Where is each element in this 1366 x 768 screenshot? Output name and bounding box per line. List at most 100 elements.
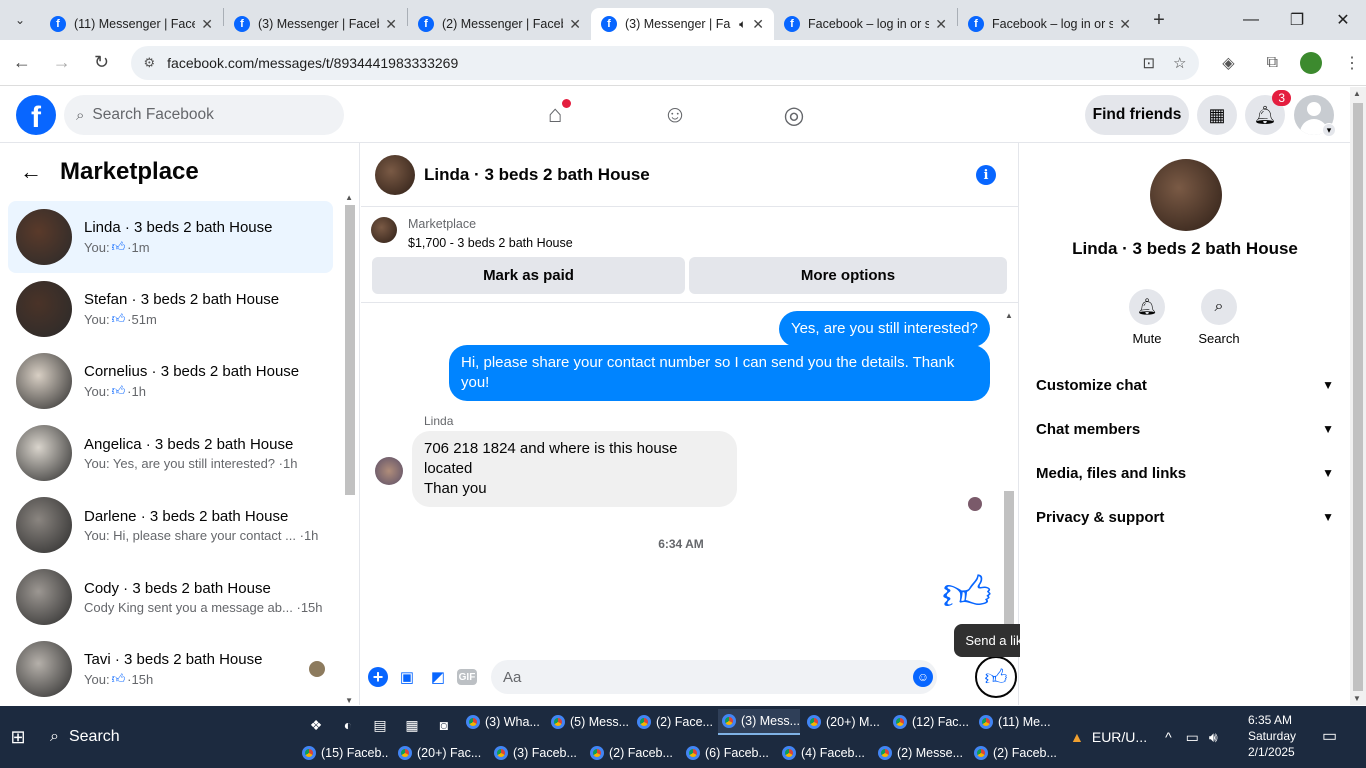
conversation-item[interactable]: Stefan · 3 beds 2 bath House You: 👍︎ · 51m [8,273,333,345]
listing-price[interactable]: $1,700 - 3 beds 2 bath House [408,236,573,250]
taskbar-window-button[interactable]: (4) Faceb... [778,740,868,766]
mute-button[interactable]: 🔔︎ Mute [1117,289,1177,346]
url-text[interactable]: facebook.com/messages/t/8934441983333269 [167,55,1124,71]
mark-as-paid-button[interactable]: Mark as paid [372,257,685,294]
info-section-toggle[interactable]: Customize chat ▼ [1036,363,1334,407]
chat-title[interactable]: Linda · 3 beds 2 bath House [424,165,650,185]
taskbar-window-button[interactable]: (2) Faceb... [970,740,1060,766]
listing-thumbnail[interactable] [371,217,397,243]
taskbar-window-button[interactable]: (3) Wha... [462,709,544,735]
info-section-toggle[interactable]: Chat members ▼ [1036,407,1334,451]
home-icon[interactable]: ⌂ [539,99,571,131]
new-tab-button[interactable]: + [1141,0,1177,40]
copilot-icon[interactable]: ❖ [300,714,332,736]
message-input[interactable]: Aa ☺ [491,660,937,694]
close-tab-icon[interactable]: ✕ [1119,16,1131,33]
extensions-puzzle-icon[interactable]: ⧉ [1258,54,1286,72]
taskbar-window-button[interactable]: (11) Me... [975,709,1057,735]
close-tab-icon[interactable]: ✕ [752,16,764,33]
info-section-toggle[interactable]: Media, files and links ▼ [1036,451,1334,495]
conversation-item[interactable]: Cody · 3 beds 2 bath House Cody King sent… [8,561,333,633]
speaker-icon[interactable]: 🔈︎ [739,17,746,32]
info-section-toggle[interactable]: Privacy & support ▼ [1036,495,1334,539]
find-friends-button[interactable]: Find friends [1085,95,1189,135]
conversation-item[interactable]: Linda · 3 beds 2 bath House You: 👍︎ · 1m [8,201,333,273]
install-app-icon[interactable]: ⊡ [1142,54,1155,72]
sidebar-scrollbar[interactable] [345,205,355,495]
file-explorer-icon[interactable]: ▤ [364,714,396,736]
sender-avatar[interactable] [375,457,403,485]
minimize-button[interactable]: — [1228,0,1274,40]
facebook-logo[interactable]: f [16,95,56,135]
back-button[interactable]: ← [4,45,40,81]
gif-icon[interactable]: GIF [457,669,477,685]
omnibox[interactable]: ⚙ facebook.com/messages/t/89344419833332… [131,45,1199,80]
taskbar-window-button[interactable]: (2) Face... [633,709,715,735]
bell-icon[interactable]: 🔔︎ 3 [1245,90,1291,135]
info-icon[interactable]: i [976,165,996,185]
volume-icon[interactable]: 🔊︎ [1209,729,1218,746]
reload-button[interactable]: ↻ [84,45,120,81]
emoji-icon[interactable]: ☺ [913,667,933,687]
conversation-item[interactable]: Cornelius · 3 beds 2 bath House You: 👍︎ · 1h [8,345,333,417]
browser-tab[interactable]: f (2) Messenger | Faceb ✕ [408,8,591,40]
photo-icon[interactable]: ▣ [395,665,419,689]
store-icon[interactable]: ▦ [396,714,428,736]
scroll-thumb[interactable] [1353,103,1363,691]
conversation-item[interactable]: Angelica · 3 beds 2 bath House You: Yes, … [8,417,333,489]
page-scrollbar[interactable]: ▲ ▼ [1350,87,1366,705]
chat-avatar[interactable] [375,154,415,195]
scroll-up-arrow[interactable]: ▲ [1353,89,1361,98]
browser-tab[interactable]: f Facebook – log in or s ✕ [774,8,957,40]
close-tab-icon[interactable]: ✕ [569,16,581,33]
meet-icon[interactable]: ▭ [1186,729,1199,746]
chevron-down-icon[interactable]: ▾ [1322,123,1336,137]
browser-tab[interactable]: f (11) Messenger | Face ✕ [40,8,223,40]
close-tab-icon[interactable]: ✕ [385,16,397,33]
taskbar-window-button[interactable]: (3) Faceb... [490,740,580,766]
taskbar-window-button[interactable]: (6) Faceb... [682,740,772,766]
back-arrow-icon[interactable]: ← [20,159,42,185]
close-tab-icon[interactable]: ✕ [935,16,947,33]
taskbar-window-button[interactable]: (5) Mess... [547,709,629,735]
facebook-search-input[interactable]: ⌕ Search Facebook [64,95,344,135]
conversation-item[interactable]: Darlene · 3 beds 2 bath House You: Hi, pl… [8,489,333,561]
forward-button[interactable]: → [44,45,80,81]
plus-icon[interactable]: + [368,667,388,687]
tab-search-button[interactable]: ⌄ [0,0,40,40]
bookmark-star-icon[interactable]: ☆ [1173,54,1186,72]
taskbar-window-button[interactable]: (3) Mess... [718,709,800,735]
profile-avatar[interactable] [1300,51,1323,74]
browser-menu-icon[interactable]: ⋮ [1338,53,1366,73]
search-in-chat-button[interactable]: ⌕ Search [1189,289,1249,346]
contact-avatar[interactable] [1150,159,1222,231]
taskbar-window-button[interactable]: (12) Fac... [889,709,971,735]
close-window-button[interactable]: ✕ [1320,0,1366,40]
taskbar-window-button[interactable]: (2) Faceb... [586,740,676,766]
outgoing-message[interactable]: Hi, please share your contact number so … [449,345,990,401]
browser-tab[interactable]: f Facebook – log in or s ✕ [958,8,1141,40]
scroll-up-arrow[interactable]: ▲ [345,193,353,202]
system-clock[interactable]: 6:35 AM Saturday 2/1/2025 [1248,712,1308,760]
friends-icon[interactable]: ☺ [659,99,691,131]
taskbar-window-button[interactable]: (20+) M... [803,709,885,735]
browser-tab[interactable]: f (3) Messenger | Fa 🔈︎ ✕ [591,8,774,40]
groups-icon[interactable]: ◎ [778,99,810,131]
conversation-item[interactable]: Tavi · 3 beds 2 bath House You: 👍︎ · 15h [8,633,333,705]
taskbar-window-button[interactable]: (2) Messe... [874,740,964,766]
notification-center-icon[interactable]: ▭ [1322,726,1337,746]
edge-icon[interactable]: ◐ [332,714,364,736]
chat-scrollbar[interactable]: ▲ [1004,311,1014,656]
sticker-icon[interactable]: ◩ [426,665,450,689]
scroll-down-arrow[interactable]: ▼ [1353,694,1361,703]
site-info-icon[interactable]: ⚙ [143,55,155,71]
more-options-button[interactable]: More options [689,257,1007,294]
thumbs-up-icon[interactable]: 👍︎ [942,565,992,623]
scroll-down-arrow[interactable]: ▼ [345,696,353,705]
taskbar-window-button[interactable]: (20+) Fac... [394,740,484,766]
currency-widget-label[interactable]: EUR/U... [1092,729,1147,745]
browser-tab[interactable]: f (3) Messenger | Faceb ✕ [224,8,407,40]
incoming-message[interactable]: 706 218 1824 and where is this house loc… [412,431,737,507]
windows-start-icon[interactable]: ⊞ [0,706,36,768]
taskbar-search[interactable]: ⌕ Search [42,706,232,768]
